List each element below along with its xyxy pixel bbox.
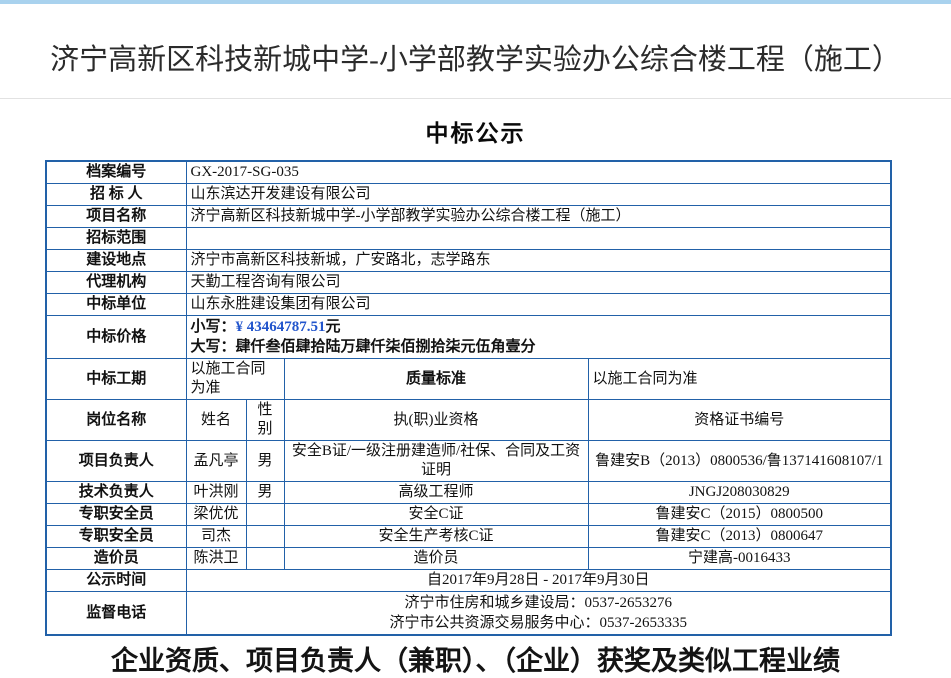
staff-gender: 男 (246, 441, 284, 482)
row-label: 公示时间 (46, 570, 186, 592)
staff-cert-no: 鲁建安C（2015）0800500 (588, 504, 891, 526)
staff-gender (246, 504, 284, 526)
row-value: 山东滨达开发建设有限公司 (186, 184, 891, 206)
bid-price-cell: 小写：¥ 43464787.51元 大写：肆仟叁佰肆拾陆万肆仟柒佰捌拾柒元伍角壹… (186, 316, 891, 359)
period-value: 以施工合同为准 (186, 359, 284, 400)
table-row-agency: 代理机构 天勤工程咨询有限公司 (46, 272, 891, 294)
clipped-footer-heading: 企业资质、项目负责人（兼职）、（企业）获奖及类似工程业绩 (0, 639, 951, 678)
row-value: 天勤工程咨询有限公司 (186, 272, 891, 294)
row-label: 代理机构 (46, 272, 186, 294)
row-label: 建设地点 (46, 250, 186, 272)
staff-name: 陈洪卫 (186, 548, 246, 570)
staff-gender (246, 526, 284, 548)
row-value: 山东永胜建设集团有限公司 (186, 294, 891, 316)
table-row-project-manager: 项目负责人 孟凡亭 男 安全B证/一级注册建造师/社保、合同及工资证明 鲁建安B… (46, 441, 891, 482)
table-row-tender-scope: 招标范围 (46, 228, 891, 250)
table-row-technical-manager: 技术负责人 叶洪刚 男 高级工程师 JNGJ208030829 (46, 482, 891, 504)
staff-cert-no: 鲁建安C（2013）0800647 (588, 526, 891, 548)
row-label: 招标范围 (46, 228, 186, 250)
staff-qualification: 安全B证/一级注册建造师/社保、合同及工资证明 (284, 441, 588, 482)
table-row-staff-header: 岗位名称 姓名 性别 执(职)业资格 资格证书编号 (46, 400, 891, 441)
row-label: 中标工期 (46, 359, 186, 400)
quality-standard-label: 质量标准 (284, 359, 588, 400)
staff-position: 专职安全员 (46, 526, 186, 548)
staff-name: 梁优优 (186, 504, 246, 526)
page-header: 济宁高新区科技新城中学-小学部教学实验办公综合楼工程（施工） (0, 4, 951, 99)
row-label: 档案编号 (46, 161, 186, 184)
staff-position: 项目负责人 (46, 441, 186, 482)
supervision-phone-line1: 济宁市住房和城乡建设局：0537-2653276 (191, 593, 887, 613)
row-value: 济宁市高新区科技新城，广安路北，志学路东 (186, 250, 891, 272)
row-label: 招 标 人 (46, 184, 186, 206)
staff-position: 专职安全员 (46, 504, 186, 526)
price-small-prefix: 小写： (191, 319, 236, 335)
staff-gender (246, 548, 284, 570)
table-row-construction-period: 中标工期 以施工合同为准 质量标准 以施工合同为准 (46, 359, 891, 400)
staff-qualification: 造价员 (284, 548, 588, 570)
table-row-safety-officer-2: 专职安全员 司杰 安全生产考核C证 鲁建安C（2013）0800647 (46, 526, 891, 548)
price-numeric-line: 小写：¥ 43464787.51元 (191, 317, 887, 337)
row-label: 中标单位 (46, 294, 186, 316)
price-unit: 元 (326, 319, 341, 335)
staff-position: 造价员 (46, 548, 186, 570)
staff-qualification: 安全生产考核C证 (284, 526, 588, 548)
quality-standard-value: 以施工合同为准 (588, 359, 891, 400)
row-label: 项目名称 (46, 206, 186, 228)
table-row-archive-no: 档案编号 GX-2017-SG-035 (46, 161, 891, 184)
row-label: 中标价格 (46, 316, 186, 359)
staff-header-qualification: 执(职)业资格 (284, 400, 588, 441)
supervision-phone-line2: 济宁市公共资源交易服务中心：0537-2653335 (191, 613, 887, 633)
table-row-site-location: 建设地点 济宁市高新区科技新城，广安路北，志学路东 (46, 250, 891, 272)
row-value (186, 228, 891, 250)
price-words-line: 大写：肆仟叁佰肆拾陆万肆仟柒佰捌拾柒元伍角壹分 (191, 337, 887, 357)
supervision-phone-cell: 济宁市住房和城乡建设局：0537-2653276 济宁市公共资源交易服务中心：0… (186, 592, 891, 636)
staff-cert-no: 宁建高-0016433 (588, 548, 891, 570)
staff-name: 叶洪刚 (186, 482, 246, 504)
staff-name: 司杰 (186, 526, 246, 548)
staff-header-position: 岗位名称 (46, 400, 186, 441)
staff-header-name: 姓名 (186, 400, 246, 441)
staff-position: 技术负责人 (46, 482, 186, 504)
publicity-period-value: 自2017年9月28日 - 2017年9月30日 (186, 570, 891, 592)
table-row-bid-price: 中标价格 小写：¥ 43464787.51元 大写：肆仟叁佰肆拾陆万肆仟柒佰捌拾… (46, 316, 891, 359)
table-row-publicity-period: 公示时间 自2017年9月28日 - 2017年9月30日 (46, 570, 891, 592)
page-title: 济宁高新区科技新城中学-小学部教学实验办公综合楼工程（施工） (0, 36, 951, 78)
staff-qualification: 安全C证 (284, 504, 588, 526)
staff-name: 孟凡亭 (186, 441, 246, 482)
table-row-supervision-phone: 监督电话 济宁市住房和城乡建设局：0537-2653276 济宁市公共资源交易服… (46, 592, 891, 636)
price-amount: ¥ 43464787.51 (236, 319, 326, 335)
staff-header-cert-no: 资格证书编号 (588, 400, 891, 441)
staff-qualification: 高级工程师 (284, 482, 588, 504)
staff-cert-no: JNGJ208030829 (588, 482, 891, 504)
staff-cert-no: 鲁建安B（2013）0800536/鲁137141608107/1 (588, 441, 891, 482)
table-row-project-name: 项目名称 济宁高新区科技新城中学-小学部教学实验办公综合楼工程（施工） (46, 206, 891, 228)
table-row-tenderer: 招 标 人 山东滨达开发建设有限公司 (46, 184, 891, 206)
row-value: 济宁高新区科技新城中学-小学部教学实验办公综合楼工程（施工） (186, 206, 891, 228)
row-label: 监督电话 (46, 592, 186, 636)
staff-header-gender: 性别 (246, 400, 284, 441)
row-value: GX-2017-SG-035 (186, 161, 891, 184)
staff-gender: 男 (246, 482, 284, 504)
table-row-safety-officer-1: 专职安全员 梁优优 安全C证 鲁建安C（2015）0800500 (46, 504, 891, 526)
table-row-cost-estimator: 造价员 陈洪卫 造价员 宁建高-0016433 (46, 548, 891, 570)
announcement-heading: 中标公示 (0, 114, 951, 148)
table-row-winning-bidder: 中标单位 山东永胜建设集团有限公司 (46, 294, 891, 316)
